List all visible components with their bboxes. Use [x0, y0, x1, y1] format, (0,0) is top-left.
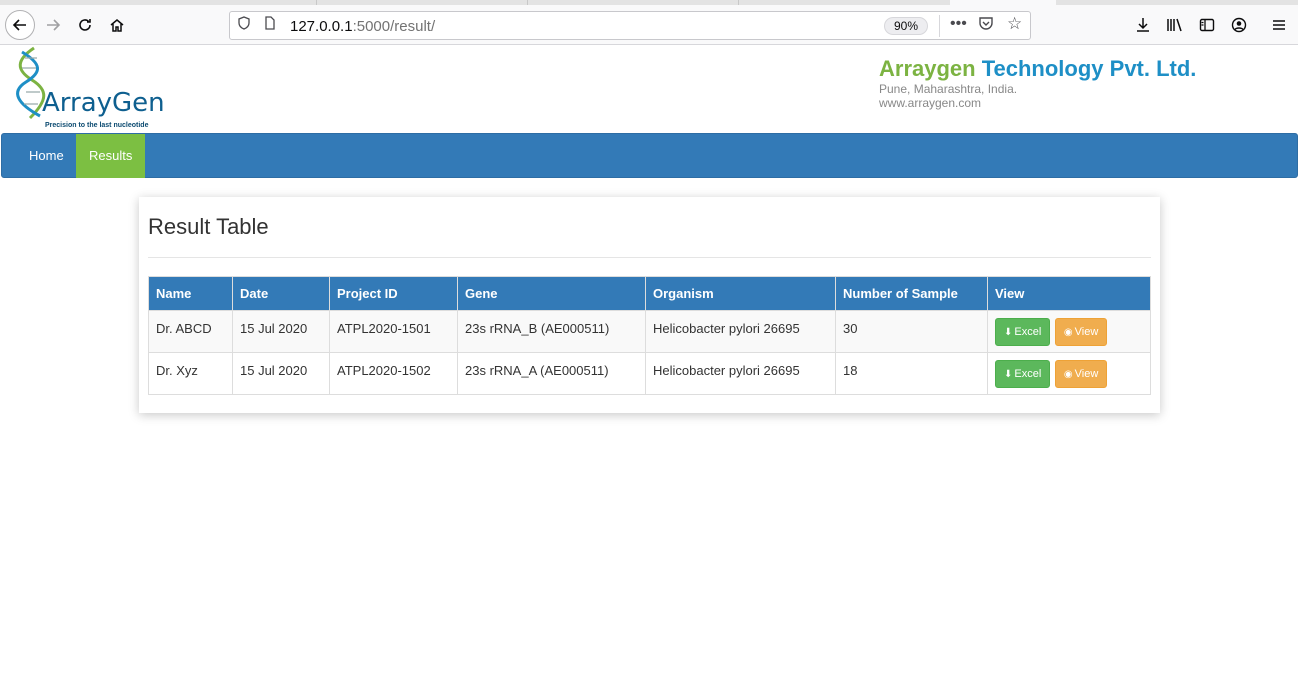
cell-gene: 23s rRNA_A (AE000511) [457, 352, 646, 395]
view-button-label: View [1074, 368, 1099, 380]
shield-icon[interactable] [238, 16, 250, 33]
hamburger-menu-icon [1273, 20, 1285, 30]
excel-button-label: Excel [1014, 368, 1042, 380]
column-header-samples: Number of Sample [835, 276, 988, 311]
forward-arrow-icon [47, 19, 61, 31]
column-header-organism: Organism [645, 276, 836, 311]
view-button[interactable]: ◉ View [1054, 360, 1108, 388]
cell-name: Dr. Xyz [148, 352, 233, 395]
view-button[interactable]: ◉ View [1054, 318, 1108, 346]
pocket-icon[interactable] [978, 16, 994, 34]
urlbar-divider [939, 15, 940, 37]
downloads-button[interactable] [1128, 10, 1158, 40]
table-row: Dr. ABCD 15 Jul 2020 ATPL2020-1501 23s r… [148, 310, 1151, 353]
cell-date: 15 Jul 2020 [232, 352, 330, 395]
browser-toolbar: 127.0.0.1:5000/result/ 90% ••• ☆ [0, 5, 1298, 45]
back-button[interactable] [5, 10, 35, 40]
logo-tagline: Precision to the last nucleotide [45, 122, 149, 129]
company-name: Arraygen Technology Pvt. Ltd. [879, 56, 1196, 82]
nav-item-home[interactable]: Home [16, 134, 77, 178]
cell-actions: ⬇ Excel ◉ View [987, 352, 1151, 395]
cell-samples: 18 [835, 352, 988, 395]
home-icon [110, 19, 124, 32]
forward-button[interactable] [38, 10, 68, 40]
column-header-date: Date [232, 276, 330, 311]
excel-download-button[interactable]: ⬇ Excel [995, 318, 1051, 346]
page-icon[interactable] [264, 16, 276, 33]
bookmark-star-icon[interactable]: ☆ [1007, 14, 1022, 34]
menu-button[interactable] [1264, 10, 1294, 40]
reload-icon [79, 19, 91, 31]
view-button-label: View [1074, 326, 1099, 338]
nav-item-results[interactable]: Results [76, 134, 146, 178]
download-icon [1137, 18, 1149, 32]
column-header-view: View [987, 276, 1151, 311]
company-info: Arraygen Technology Pvt. Ltd. Pune, Maha… [879, 56, 1196, 110]
result-panel: Result Table Name Date Project ID Gene O… [139, 197, 1160, 413]
back-arrow-icon [12, 19, 26, 31]
company-name-rest: Technology Pvt. Ltd. [981, 56, 1197, 81]
main-navbar: Home Results [1, 133, 1298, 178]
eye-icon: ◉ [1063, 327, 1073, 338]
page-title: Result Table [148, 214, 269, 239]
column-header-name: Name [148, 276, 233, 311]
cell-samples: 30 [835, 310, 988, 353]
cell-project-id: ATPL2020-1501 [329, 310, 458, 353]
result-table: Name Date Project ID Gene Organism Numbe… [148, 276, 1151, 395]
cell-actions: ⬇ Excel ◉ View [987, 310, 1151, 353]
url-path: :5000/result/ [352, 18, 436, 35]
excel-button-label: Excel [1014, 326, 1042, 338]
sidebar-icon [1199, 18, 1215, 32]
column-header-gene: Gene [457, 276, 646, 311]
company-location: Pune, Maharashtra, India. [879, 82, 1018, 96]
account-icon [1231, 17, 1247, 33]
home-button[interactable] [102, 10, 132, 40]
cell-gene: 23s rRNA_B (AE000511) [457, 310, 646, 353]
zoom-level-badge[interactable]: 90% [884, 17, 928, 35]
cell-date: 15 Jul 2020 [232, 310, 330, 353]
title-divider [148, 257, 1151, 258]
table-row: Dr. Xyz 15 Jul 2020 ATPL2020-1502 23s rR… [148, 352, 1151, 395]
library-icon [1167, 18, 1182, 32]
address-bar[interactable]: 127.0.0.1:5000/result/ 90% ••• ☆ [229, 11, 1031, 40]
table-header-row: Name Date Project ID Gene Organism Numbe… [148, 276, 1151, 311]
eye-icon: ◉ [1063, 369, 1073, 380]
download-icon: ⬇ [1004, 327, 1013, 338]
company-website: www.arraygen.com [879, 96, 982, 110]
cell-organism: Helicobacter pylori 26695 [645, 310, 836, 353]
cell-name: Dr. ABCD [148, 310, 233, 353]
cell-organism: Helicobacter pylori 26695 [645, 352, 836, 395]
url-host: 127.0.0.1 [290, 18, 353, 35]
company-name-first: Arraygen [879, 56, 976, 81]
column-header-project-id: Project ID [329, 276, 458, 311]
logo-text: ArrayGen [42, 88, 165, 118]
more-actions-icon[interactable]: ••• [950, 15, 967, 33]
library-button[interactable] [1160, 10, 1190, 40]
url-text[interactable]: 127.0.0.1:5000/result/ [290, 18, 435, 35]
cell-project-id: ATPL2020-1502 [329, 352, 458, 395]
arraygen-logo[interactable]: ArrayGen Precision to the last nucleotid… [12, 46, 165, 132]
sidebar-button[interactable] [1192, 10, 1222, 40]
account-button[interactable] [1224, 10, 1254, 40]
reload-button[interactable] [70, 10, 100, 40]
excel-download-button[interactable]: ⬇ Excel [995, 360, 1051, 388]
download-icon: ⬇ [1004, 369, 1013, 380]
